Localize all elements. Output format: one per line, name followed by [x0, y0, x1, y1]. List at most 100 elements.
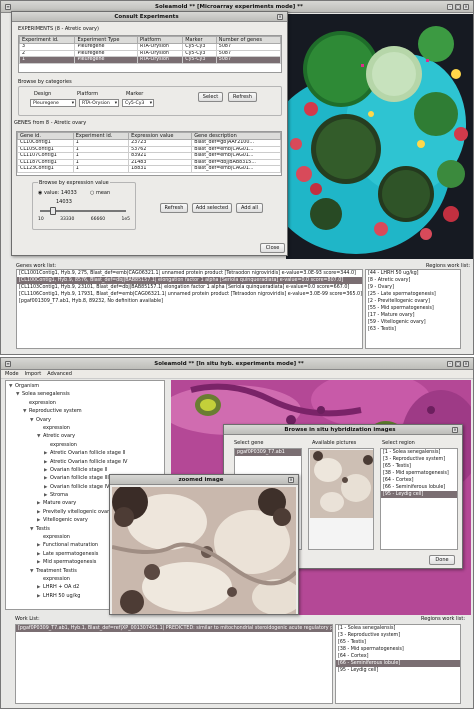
radio-value-icon[interactable]: ◉	[38, 190, 42, 196]
regions-work-list-item[interactable]: [64 - Cortex]	[336, 653, 460, 660]
tree-node[interactable]: ▶ Atretic Ovarian follicle stage II	[6, 449, 164, 457]
gene-table-row[interactable]: CL123Contig1 1 18831 Blast_def=emb|CAG01...	[17, 165, 281, 173]
region-list-item[interactable]: [1 - Solea senegalensis]	[381, 449, 457, 456]
gene-list-item[interactable]: pgaf0P0309_T7.ab1	[235, 449, 301, 456]
tree-node[interactable]: ▼ Organism	[6, 382, 164, 390]
regions-work-list-item[interactable]: [65 - Testis]	[336, 639, 460, 646]
select-button[interactable]: Select	[198, 92, 223, 102]
region-list-item[interactable]: [38 - Mid spermatogenesis]	[381, 470, 457, 477]
tree-node[interactable]: expression	[6, 424, 164, 432]
design-select[interactable]: Pleuregene	[30, 99, 76, 107]
tree-node[interactable]: ▼ Atretic ovary	[6, 432, 164, 440]
browse-title-bar: Browse in situ hybridization images ×	[224, 425, 462, 435]
gene-header-cell[interactable]: Expression value	[128, 132, 193, 140]
exp-table-row[interactable]: 1 Pleuregene RTA-Orysion Cy5-Cy3 5087	[19, 56, 281, 64]
tree-node-label: Solea senegalensis	[22, 391, 70, 398]
exp-header-cell[interactable]: Experiment id.	[19, 36, 76, 44]
region-list-item[interactable]: [64 - Cortex]	[381, 477, 457, 484]
genes-work-list-item[interactable]: [CL1103Contig1, Hyb.9, 23101, Blast_def=…	[17, 284, 362, 291]
regions-work-list[interactable]: [44 - LHRH 50 ug/kg] [8 - Atretic ovary][…	[365, 269, 461, 349]
region-list-item[interactable]: [65 - Testis]	[381, 463, 457, 470]
work-list[interactable]: [pgaf0P0309_T7.ab1, Hyb.1, Blast_def=ref…	[15, 624, 333, 704]
zoomed-image[interactable]	[112, 487, 296, 614]
gene-header-cell[interactable]: Gene description	[191, 132, 281, 140]
experiments-table[interactable]: Experiment id. Experiment Type Platform Mar…	[18, 35, 282, 73]
tree-node-label: Reproductive system	[29, 408, 82, 415]
genes-work-list[interactable]: [CL1001Contig1, Hyb.9, 275, Blast_def=em…	[16, 269, 363, 349]
tree-node-label: Ovarian follicle stage IV	[50, 483, 110, 490]
regions-work-list-item[interactable]: [95 - Leydig cell]	[336, 667, 460, 674]
thumbnail-image[interactable]	[310, 450, 374, 518]
available-pictures-list[interactable]	[308, 448, 374, 550]
expression-slider[interactable]	[40, 207, 126, 215]
tree-node[interactable]: ▼ Ovary	[6, 416, 164, 424]
maximize-icon[interactable]: □	[455, 3, 461, 10]
regions-work-list-2[interactable]: [1 - Solea senegalensis] [3 - Reproductiv…	[335, 624, 461, 704]
regions-work-list-item[interactable]: [55 - Mid spermatogenesis]	[366, 305, 460, 312]
regions-work-list-item[interactable]: [2 - Previtellogenic ovary]	[366, 298, 460, 305]
gene-header-cell[interactable]: Gene id.	[17, 132, 74, 140]
marker-select[interactable]: Cy5-Cy3	[122, 99, 154, 107]
regions-work-list-item[interactable]: [1 - Solea senegalensis]	[336, 625, 460, 632]
regions-work-list-item[interactable]: [9 - Ovary]	[366, 284, 460, 291]
regions-work-list-item[interactable]: [66 - Seminiferous lobule]	[336, 660, 460, 667]
tree-node[interactable]: expression	[6, 399, 164, 407]
close-button[interactable]: Close	[260, 243, 285, 253]
zoomed-close-icon[interactable]: ×	[288, 476, 294, 483]
platform-select[interactable]: RTA-Orysion	[79, 99, 119, 107]
menu-import[interactable]: Import	[25, 371, 42, 377]
gene-header-cell[interactable]: Experiment id.	[72, 132, 130, 140]
menu-advanced[interactable]: Advanced	[47, 371, 72, 377]
maximize-icon-2[interactable]: □	[455, 360, 461, 367]
regions-work-list-item[interactable]: [17 - Mature ovary]	[366, 312, 460, 319]
browse-close-icon[interactable]: ×	[452, 426, 458, 433]
slider-thumb[interactable]	[49, 207, 56, 215]
refresh-genes-button[interactable]: Refresh	[160, 203, 188, 213]
close-icon[interactable]: ×	[463, 3, 469, 10]
refresh-button[interactable]: Refresh	[228, 92, 257, 102]
genes-table[interactable]: Gene id. Experiment id. Expression value Ge…	[16, 131, 282, 176]
add-all-button[interactable]: Add all	[236, 203, 263, 213]
genes-work-list-item[interactable]: [pgaf001309_T7.ab1, Hyb.8, 89232, No def…	[17, 298, 362, 305]
radio-mean[interactable]: ○ mean	[90, 190, 110, 196]
minimize-icon-2[interactable]: –	[447, 360, 453, 367]
add-selected-button[interactable]: Add selected	[192, 203, 232, 213]
exp-header-cell[interactable]: Marker	[182, 36, 217, 44]
tree-node[interactable]: ▼ Solea senegalensis	[6, 390, 164, 398]
gene-cell: Blast_def=emb|CAG01...	[191, 165, 281, 173]
regions-work-list-item[interactable]: [44 - LHRH 50 ug/kg]	[366, 270, 460, 277]
regions-work-list-item[interactable]: [8 - Atretic ovary]	[366, 277, 460, 284]
region-list-item[interactable]: [66 - Seminiferous lobule]	[381, 484, 457, 491]
minimize-icon[interactable]: –	[447, 3, 453, 10]
tree-node[interactable]: expression	[6, 441, 164, 449]
tree-node[interactable]: ▶ Atretic Ovarian follicle stage IV	[6, 458, 164, 466]
dialog-close-icon[interactable]: ×	[277, 13, 283, 20]
work-list-item[interactable]: [pgaf0P0309_T7.ab1, Hyb.1, Blast_def=ref…	[16, 625, 332, 632]
regions-work-list-item[interactable]: [59 - Vitellogenic ovary]	[366, 319, 460, 326]
exp-cell: Cy5-Cy3	[182, 56, 217, 64]
radio-value[interactable]: ◉ value: 14033	[38, 190, 77, 196]
browse-title: Browse in situ hybridization images	[284, 426, 396, 433]
regions-work-list-item[interactable]: [38 - Mid spermatogenesis]	[336, 646, 460, 653]
slider-value-text: 14033	[56, 199, 72, 205]
genes-label: GENES from 8 - Atretic ovary	[14, 120, 87, 126]
regions-work-list-item[interactable]: [25 - Late spermatogenesis]	[366, 291, 460, 298]
insitu-window: ≡ Soleamold ** [In situ hyb. experiments…	[0, 357, 474, 709]
genes-work-list-item[interactable]: [CL1106Contig1, Hyb.9, 17931, Blast_def=…	[17, 291, 362, 298]
genes-work-list-item[interactable]: [CL100Contig1, Hyb.9, 8576, Blast_def=db…	[17, 277, 362, 284]
tree-node[interactable]: ▼ Reproductive system	[6, 407, 164, 415]
region-list-item[interactable]: [95 - Leydig cell]	[381, 491, 457, 498]
close-icon-2[interactable]: ×	[463, 360, 469, 367]
select-region-list[interactable]: [1 - Solea senegalensis] [3 - Reproductiv…	[380, 448, 458, 550]
regions-work-list-item[interactable]: [63 - Testis]	[366, 326, 460, 333]
menu-mode[interactable]: Mode	[5, 371, 19, 377]
exp-header-cell[interactable]: Experiment Type	[74, 36, 138, 44]
radio-mean-icon[interactable]: ○	[90, 190, 94, 196]
slider-tick-label: 1e5	[121, 217, 130, 222]
region-list-item[interactable]: [3 - Reproductive system]	[381, 456, 457, 463]
exp-header-cell[interactable]: Platform	[136, 36, 184, 44]
exp-header-cell[interactable]: Number of genes	[215, 36, 281, 44]
regions-work-list-item[interactable]: [3 - Reproductive system]	[336, 632, 460, 639]
genes-work-list-item[interactable]: [CL1001Contig1, Hyb.9, 275, Blast_def=em…	[17, 270, 362, 277]
done-button[interactable]: Done	[429, 555, 455, 565]
